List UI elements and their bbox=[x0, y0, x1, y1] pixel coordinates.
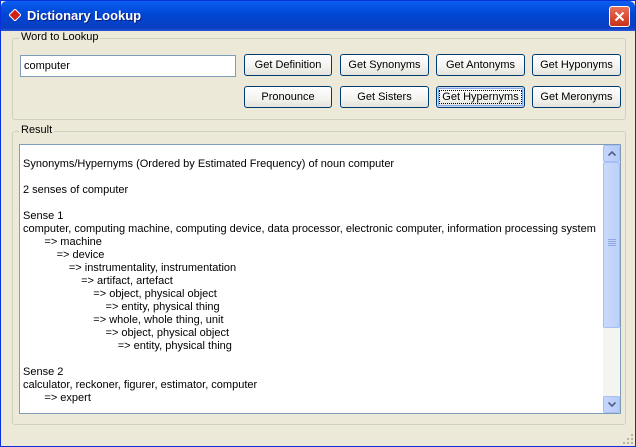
result-line: => object, physical object bbox=[23, 288, 217, 300]
get-hyponyms-button[interactable]: Get Hyponyms bbox=[532, 54, 621, 76]
vertical-scrollbar[interactable] bbox=[603, 145, 620, 413]
result-line: => whole, whole thing, unit bbox=[23, 314, 224, 326]
title-bar[interactable]: Dictionary Lookup bbox=[1, 1, 635, 31]
get-antonyms-label: Get Antonyms bbox=[445, 59, 516, 71]
scroll-down-button[interactable] bbox=[603, 396, 620, 413]
result-line: computer, computing machine, computing d… bbox=[23, 223, 596, 235]
word-input[interactable] bbox=[20, 55, 236, 77]
get-meronyms-button[interactable]: Get Meronyms bbox=[532, 86, 621, 108]
get-antonyms-button[interactable]: Get Antonyms bbox=[436, 54, 525, 76]
window-title: Dictionary Lookup bbox=[27, 8, 142, 23]
resize-grip[interactable] bbox=[622, 433, 634, 445]
result-line: => artifact, artefact bbox=[23, 275, 173, 287]
result-line: Sense 2 bbox=[23, 366, 64, 378]
result-line: Sense 1 bbox=[23, 210, 64, 222]
pronounce-button[interactable]: Pronounce bbox=[244, 86, 332, 108]
result-line: => instrumentality, instrumentation bbox=[23, 262, 237, 274]
get-sisters-button[interactable]: Get Sisters bbox=[340, 86, 429, 108]
get-meronyms-label: Get Meronyms bbox=[540, 91, 613, 103]
result-line: Synonyms/Hypernyms (Ordered by Estimated… bbox=[23, 158, 395, 170]
get-synonyms-label: Get Synonyms bbox=[348, 59, 421, 71]
close-icon bbox=[614, 11, 625, 22]
result-text: Synonyms/Hypernyms (Ordered by Estimated… bbox=[23, 158, 603, 405]
result-line: 2 senses of computer bbox=[23, 184, 129, 196]
get-hypernyms-button[interactable]: Get Hypernyms bbox=[436, 86, 525, 108]
result-line: => device bbox=[23, 249, 105, 261]
arrow-up-icon bbox=[608, 151, 616, 156]
scroll-up-button[interactable] bbox=[603, 145, 620, 162]
result-line bbox=[23, 171, 603, 184]
pronounce-label: Pronounce bbox=[261, 91, 315, 103]
dictionary-window: Dictionary Lookup Word to Lookup Get Def… bbox=[0, 0, 636, 447]
get-sisters-label: Get Sisters bbox=[357, 91, 412, 103]
result-line bbox=[23, 197, 603, 210]
result-line: => entity, physical thing bbox=[23, 340, 232, 352]
result-line: calculator, reckoner, figurer, estimator… bbox=[23, 379, 258, 391]
result-line: => object, physical object bbox=[23, 327, 230, 339]
result-line bbox=[23, 353, 603, 366]
get-hypernyms-label: Get Hypernyms bbox=[439, 90, 522, 104]
result-line: => machine bbox=[23, 236, 102, 248]
result-label: Result bbox=[19, 124, 55, 136]
get-definition-button[interactable]: Get Definition bbox=[244, 54, 332, 76]
word-lookup-label: Word to Lookup bbox=[19, 31, 101, 43]
arrow-down-icon bbox=[608, 402, 616, 407]
diamond-icon bbox=[9, 9, 21, 21]
get-synonyms-button[interactable]: Get Synonyms bbox=[340, 54, 429, 76]
result-line: => entity, physical thing bbox=[23, 301, 220, 313]
result-line: => expert bbox=[23, 392, 91, 404]
get-hyponyms-label: Get Hyponyms bbox=[540, 59, 613, 71]
close-button[interactable] bbox=[609, 6, 630, 27]
result-textarea[interactable]: Synonyms/Hypernyms (Ordered by Estimated… bbox=[19, 144, 621, 414]
get-definition-label: Get Definition bbox=[254, 59, 322, 71]
scroll-thumb[interactable] bbox=[603, 162, 620, 328]
